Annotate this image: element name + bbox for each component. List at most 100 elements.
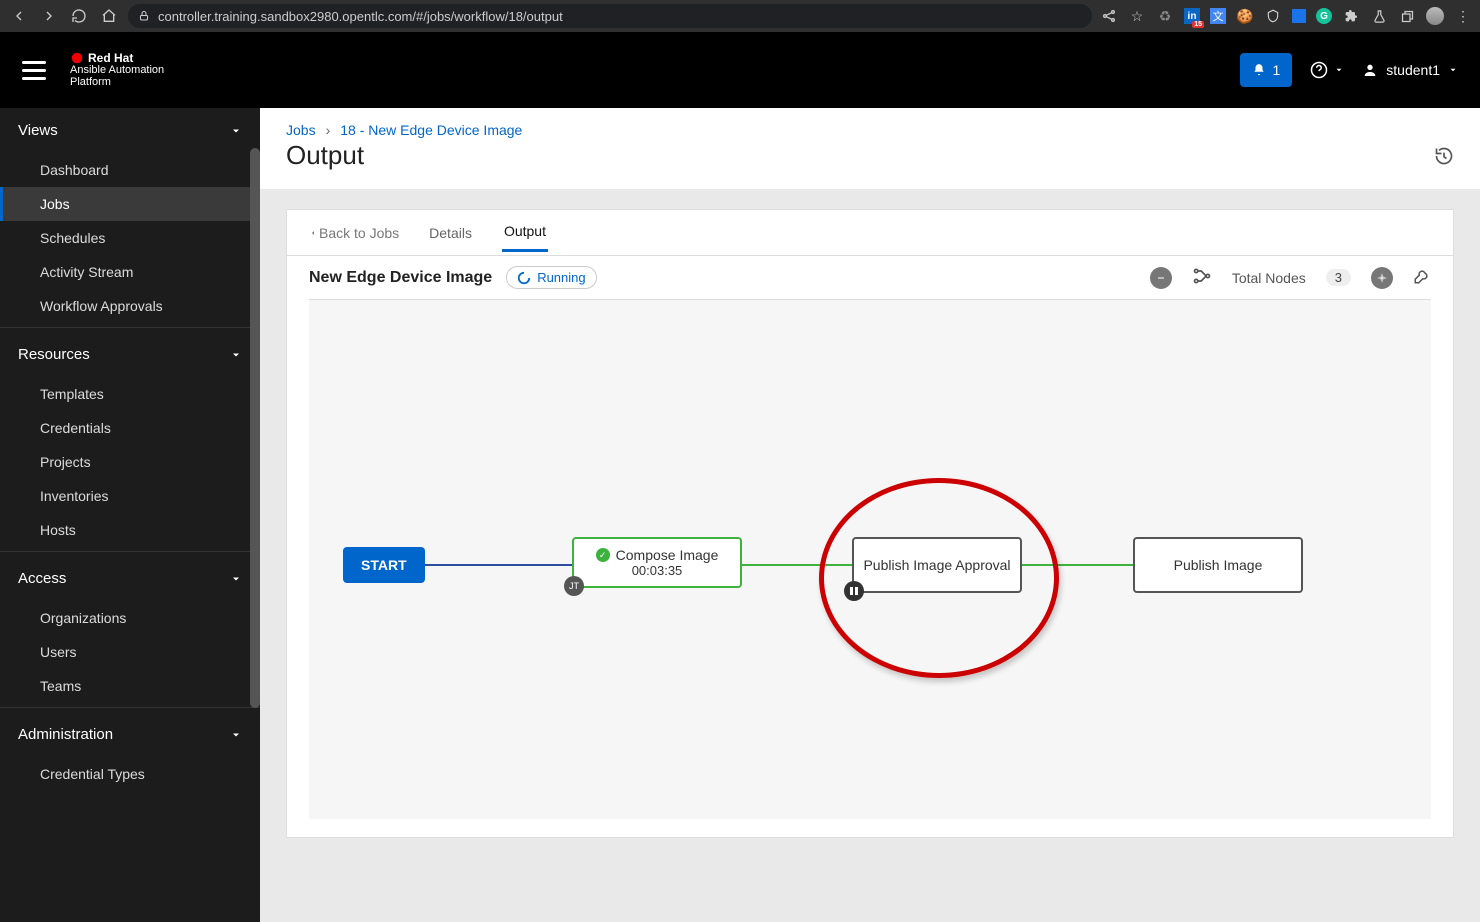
sidebar-item-credentials[interactable]: Credentials: [0, 411, 260, 445]
spinner-icon: [517, 271, 531, 285]
url-bar[interactable]: controller.training.sandbox2980.opentlc.…: [128, 4, 1092, 28]
url-text: controller.training.sandbox2980.opentlc.…: [158, 9, 563, 24]
page-title: Output: [286, 140, 522, 171]
sidebar-section-label: Resources: [18, 346, 90, 363]
node-label: Publish Image Approval: [863, 557, 1010, 573]
workflow-node-publish-image-approval[interactable]: Publish Image Approval: [852, 537, 1022, 593]
sidebar-section-label: Administration: [18, 726, 113, 743]
brand-hat-text: Red Hat: [88, 52, 133, 65]
lock-icon: [138, 10, 150, 22]
chevron-right-icon: ›: [326, 122, 331, 138]
sidebar-item-hosts[interactable]: Hosts: [0, 513, 260, 547]
workflow-start-node[interactable]: START: [343, 547, 425, 583]
history-icon[interactable]: [1434, 146, 1454, 171]
workflow-canvas[interactable]: START ✓ Compose Image 00:03:35 JT Publis…: [309, 299, 1431, 819]
browser-extension-icons: ☆ ♻ in15 文 🍪 G ⋮: [1100, 7, 1472, 25]
redhat-icon: [70, 51, 84, 65]
sidebar-item-inventories[interactable]: Inventories: [0, 479, 260, 513]
workflow-node-publish-image[interactable]: Publish Image: [1133, 537, 1303, 593]
sidebar-section-access[interactable]: Access: [0, 556, 260, 601]
notification-count: 1: [1272, 62, 1280, 78]
sidebar: Views Dashboard Jobs Schedules Activity …: [0, 108, 260, 922]
sidebar-item-schedules[interactable]: Schedules: [0, 221, 260, 255]
sidebar-item-templates[interactable]: Templates: [0, 377, 260, 411]
main-card: Back to Jobs Details Output New Edge Dev…: [286, 209, 1454, 838]
chevron-down-icon: [230, 349, 242, 361]
ext-grammarly-icon[interactable]: G: [1316, 8, 1332, 24]
chevron-down-icon: [1334, 65, 1344, 75]
pause-icon: [844, 581, 864, 601]
notification-button[interactable]: 1: [1240, 53, 1292, 87]
help-icon: [1310, 61, 1328, 79]
chevron-left-icon: [309, 227, 317, 239]
breadcrumb-jobs[interactable]: Jobs: [286, 122, 316, 138]
ext-recycle-icon[interactable]: ♻: [1156, 7, 1174, 25]
sidebar-item-workflow-approvals[interactable]: Workflow Approvals: [0, 289, 260, 323]
star-icon[interactable]: ☆: [1128, 7, 1146, 25]
browser-home-icon[interactable]: [98, 5, 120, 27]
browser-back-icon[interactable]: [8, 5, 30, 27]
sidebar-item-teams[interactable]: Teams: [0, 669, 260, 703]
cancel-job-button[interactable]: [1150, 267, 1172, 289]
labs-flask-icon[interactable]: [1370, 7, 1388, 25]
share-icon[interactable]: [1100, 7, 1118, 25]
breadcrumb: Jobs › 18 - New Edge Device Image: [286, 122, 522, 138]
help-menu[interactable]: [1310, 61, 1344, 79]
tools-wrench-icon[interactable]: [1413, 267, 1431, 288]
chevron-down-icon: [1448, 65, 1458, 75]
sidebar-section-administration[interactable]: Administration: [0, 712, 260, 757]
workflow-graph-icon[interactable]: [1192, 266, 1212, 289]
back-label: Back to Jobs: [319, 225, 399, 241]
profile-avatar-icon[interactable]: [1426, 7, 1444, 25]
sidebar-item-dashboard[interactable]: Dashboard: [0, 153, 260, 187]
job-template-badge: JT: [564, 576, 584, 596]
sidebar-item-jobs[interactable]: Jobs: [0, 187, 260, 221]
window-restore-icon[interactable]: [1398, 7, 1416, 25]
browser-chrome: controller.training.sandbox2980.opentlc.…: [0, 0, 1480, 32]
total-nodes-count: 3: [1326, 269, 1351, 286]
sidebar-toggle-icon[interactable]: [22, 58, 46, 82]
sidebar-section-views[interactable]: Views: [0, 108, 260, 153]
status-badge: Running: [506, 266, 596, 289]
ext-cookie-icon[interactable]: 🍪: [1236, 7, 1254, 25]
browser-menu-icon[interactable]: ⋮: [1454, 7, 1472, 25]
extensions-puzzle-icon[interactable]: [1342, 7, 1360, 25]
back-to-jobs-link[interactable]: Back to Jobs: [309, 225, 399, 241]
sidebar-section-label: Access: [18, 570, 66, 587]
chevron-down-icon: [230, 573, 242, 585]
sidebar-section-resources[interactable]: Resources: [0, 332, 260, 377]
sidebar-scrollbar[interactable]: [250, 148, 260, 708]
chevron-down-icon: [230, 125, 242, 137]
sidebar-item-activity-stream[interactable]: Activity Stream: [0, 255, 260, 289]
app-header: Red Hat Ansible Automation Platform 1 st…: [0, 32, 1480, 108]
node-elapsed: 00:03:35: [632, 563, 683, 578]
sidebar-item-organizations[interactable]: Organizations: [0, 601, 260, 635]
status-text: Running: [537, 270, 585, 285]
tab-details[interactable]: Details: [427, 215, 474, 251]
compass-legend-icon[interactable]: [1371, 267, 1393, 289]
browser-forward-icon[interactable]: [38, 5, 60, 27]
workflow-node-compose-image[interactable]: ✓ Compose Image 00:03:35 JT: [572, 537, 742, 588]
tab-output[interactable]: Output: [502, 213, 548, 252]
user-menu[interactable]: student1: [1362, 62, 1458, 78]
user-icon: [1362, 62, 1378, 78]
page-header: Jobs › 18 - New Edge Device Image Output: [260, 108, 1480, 189]
sidebar-item-users[interactable]: Users: [0, 635, 260, 669]
tab-bar: Back to Jobs Details Output: [287, 210, 1453, 256]
brand-logo[interactable]: Red Hat Ansible Automation Platform: [70, 51, 164, 88]
chevron-down-icon: [230, 729, 242, 741]
sidebar-item-projects[interactable]: Projects: [0, 445, 260, 479]
brand-line3: Platform: [70, 77, 164, 89]
sidebar-section-label: Views: [18, 122, 58, 139]
ext-shield-icon[interactable]: [1264, 7, 1282, 25]
job-name: New Edge Device Image: [309, 269, 492, 287]
ext-linkedin-icon[interactable]: in15: [1184, 8, 1200, 24]
node-label: Compose Image: [616, 547, 719, 563]
sidebar-item-credential-types[interactable]: Credential Types: [0, 757, 260, 791]
ext-translate-icon[interactable]: 文: [1210, 8, 1226, 24]
breadcrumb-current[interactable]: 18 - New Edge Device Image: [340, 122, 522, 138]
user-name: student1: [1386, 62, 1440, 78]
output-toolbar: New Edge Device Image Running Total Node…: [287, 256, 1453, 295]
browser-reload-icon[interactable]: [68, 5, 90, 27]
ext-blue-square-icon[interactable]: [1292, 9, 1306, 23]
